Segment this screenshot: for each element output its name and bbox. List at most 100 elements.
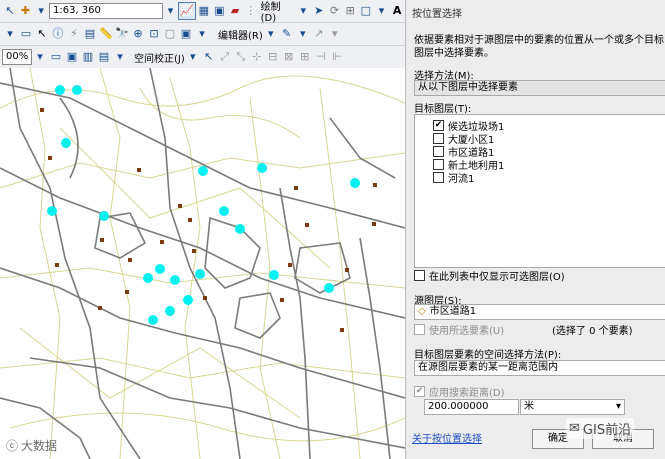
target-layer-item[interactable]: 市区道路1 [433, 145, 494, 159]
building-point [98, 306, 102, 310]
use-selected-label: 使用所选要素(U) [429, 326, 505, 337]
attribute-transfer-icon[interactable]: ⊣ [313, 49, 329, 65]
watermark-left-text: 大数据 [21, 439, 58, 453]
preview-icon[interactable]: ⊞ [297, 49, 313, 65]
zoom-page-icon[interactable]: ⊞ [342, 3, 358, 19]
only-selectable-label: 在此列表中仅显示可选图层(O) [429, 272, 565, 283]
identity-link-icon[interactable]: ⤡ [233, 49, 249, 65]
dump-site-point [195, 269, 205, 279]
method-select[interactable]: 从以下图层中选择要素 [414, 80, 665, 96]
add-data-icon[interactable]: ✚ [18, 3, 34, 19]
fixed-zoom-icon[interactable]: ▣ [64, 49, 80, 65]
scale-dropdown-icon[interactable]: ▾ [163, 3, 179, 19]
focus-frame-icon[interactable]: ▥ [80, 49, 96, 65]
building-point [128, 258, 132, 262]
scale-input[interactable]: 1:63, 360 [48, 3, 163, 19]
edit-tool-icon[interactable]: ✎ [279, 26, 295, 42]
editor-menu[interactable]: 编辑器(R) [218, 27, 263, 42]
overview-icon[interactable]: ▣ [178, 26, 194, 42]
text-icon[interactable]: A [389, 3, 405, 19]
dump-site-point [257, 163, 267, 173]
checkbox-icon[interactable] [433, 158, 444, 170]
zoom-input[interactable]: 00% [2, 49, 32, 65]
sketch-dropdown-icon[interactable]: ▾ [327, 26, 343, 42]
time-slider-icon[interactable]: ⊡ [146, 26, 162, 42]
dialog-description: 依据要素相对于源图层中的要素的位置从一个或多个目标图层中选择要素。 [414, 35, 664, 59]
catalog-icon[interactable]: ▣ [212, 3, 228, 19]
road-lines [0, 68, 405, 459]
building-point [125, 290, 129, 294]
layout-icon[interactable]: ▤ [96, 49, 112, 65]
spatial-adjust-dropdown-icon[interactable]: ▾ [185, 49, 201, 65]
draw-menu[interactable]: 绘制(D) [261, 0, 296, 24]
graph-icon[interactable]: 📈 [178, 2, 196, 20]
checkbox-icon[interactable] [433, 145, 444, 157]
toolbox-icon[interactable]: ▰ [227, 3, 243, 19]
link-table-icon[interactable]: ⊟ [265, 49, 281, 65]
dump-site-point [183, 295, 193, 305]
target-layer-item[interactable]: ✔ 候选垃圾场1 [433, 119, 504, 133]
select-element-icon[interactable]: ➤ [311, 3, 327, 19]
target-layer-item[interactable]: 河流1 [433, 171, 474, 185]
checkbox-icon[interactable] [414, 270, 425, 281]
source-layer-select[interactable]: ◇ 市区道路1 [414, 304, 665, 320]
building-point [137, 168, 141, 172]
spatial-adjust-menu[interactable]: 空间校正(J) [134, 50, 185, 65]
find-icon[interactable]: 🔭 [114, 26, 130, 42]
page-icon[interactable]: ▭ [48, 49, 64, 65]
target-layers-list[interactable]: ✔ 候选垃圾场1 大厦小区1 市区道路1 新土地利用1 河流1 [414, 114, 665, 268]
help-link[interactable]: 关于按位置选择 [412, 430, 482, 445]
layout-dropdown-icon[interactable]: ▾ [112, 49, 128, 65]
checkbox-icon[interactable] [433, 132, 444, 144]
checkbox-icon[interactable]: ✔ [414, 386, 425, 397]
zoom-dropdown-icon[interactable]: ▾ [32, 49, 48, 65]
table-icon[interactable]: ▦ [196, 3, 212, 19]
layer-dropdown-icon[interactable]: ▾ [2, 26, 18, 42]
rotate-icon[interactable]: ⟳ [327, 3, 343, 19]
building-point [203, 296, 207, 300]
viewer-icon[interactable]: ▢ [162, 26, 178, 42]
spatial-method-select[interactable]: 在源图层要素的某一距离范围内 [414, 360, 665, 376]
pan-arrow-icon[interactable]: ↖ [2, 3, 18, 19]
dump-site-point [47, 206, 57, 216]
rectangle-icon[interactable]: □ [358, 3, 374, 19]
limit-area-icon[interactable]: ⊠ [281, 49, 297, 65]
measure-icon[interactable]: 📏 [98, 26, 114, 42]
unit-value: 米 [524, 401, 534, 412]
checkbox-icon[interactable] [433, 171, 444, 183]
html-popup-icon[interactable]: ▤ [82, 26, 98, 42]
edit-dropdown-icon[interactable]: ▾ [295, 26, 311, 42]
go-to-xy-icon[interactable]: ⊕ [130, 26, 146, 42]
layer-icon[interactable]: ▭ [18, 26, 34, 42]
dump-site-point [148, 315, 158, 325]
sketch-icon[interactable]: ↗ [311, 26, 327, 42]
dump-site-point [350, 178, 360, 188]
edgematch-icon[interactable]: ⊩ [329, 49, 345, 65]
watermark-left: ⓒ 大数据 [6, 437, 57, 454]
target-layer-item[interactable]: 新土地利用1 [433, 158, 504, 172]
multiple-link-icon[interactable]: ⊹ [249, 49, 265, 65]
draw-dropdown-icon[interactable]: ▾ [295, 3, 311, 19]
only-selectable-checkbox-row[interactable]: 在此列表中仅显示可选图层(O) [414, 268, 565, 283]
identify-icon[interactable]: ⓘ [50, 26, 66, 42]
map-canvas[interactable] [0, 68, 405, 459]
checkbox-icon[interactable]: ✔ [433, 119, 444, 131]
rect-dropdown-icon[interactable]: ▾ [374, 3, 390, 19]
hyperlink-icon[interactable]: ⚡ [66, 26, 82, 42]
target-layer-item[interactable]: 大厦小区1 [433, 132, 494, 146]
dump-site-point [235, 224, 245, 234]
checkbox-icon[interactable] [414, 324, 425, 335]
dump-site-point [61, 138, 71, 148]
building-point [305, 223, 309, 227]
dropdown-arrow-icon[interactable]: ▾ [33, 3, 49, 19]
apply-distance-row[interactable]: ✔ 应用搜索距离(D) [414, 384, 505, 399]
displacement-link-icon[interactable]: ⤢ [217, 49, 233, 65]
distance-value: 200.000000 [428, 401, 489, 412]
editor-dropdown-icon[interactable]: ▾ [263, 26, 279, 42]
unit-select[interactable]: 米 ▾ [520, 399, 625, 415]
distance-input[interactable]: 200.000000 [424, 399, 519, 415]
overview-dropdown-icon[interactable]: ▾ [194, 26, 210, 42]
use-selected-row[interactable]: 使用所选要素(U) [414, 322, 504, 337]
adjust-select-icon[interactable]: ↖ [201, 49, 217, 65]
select-arrow-icon[interactable]: ↖ [34, 26, 50, 42]
